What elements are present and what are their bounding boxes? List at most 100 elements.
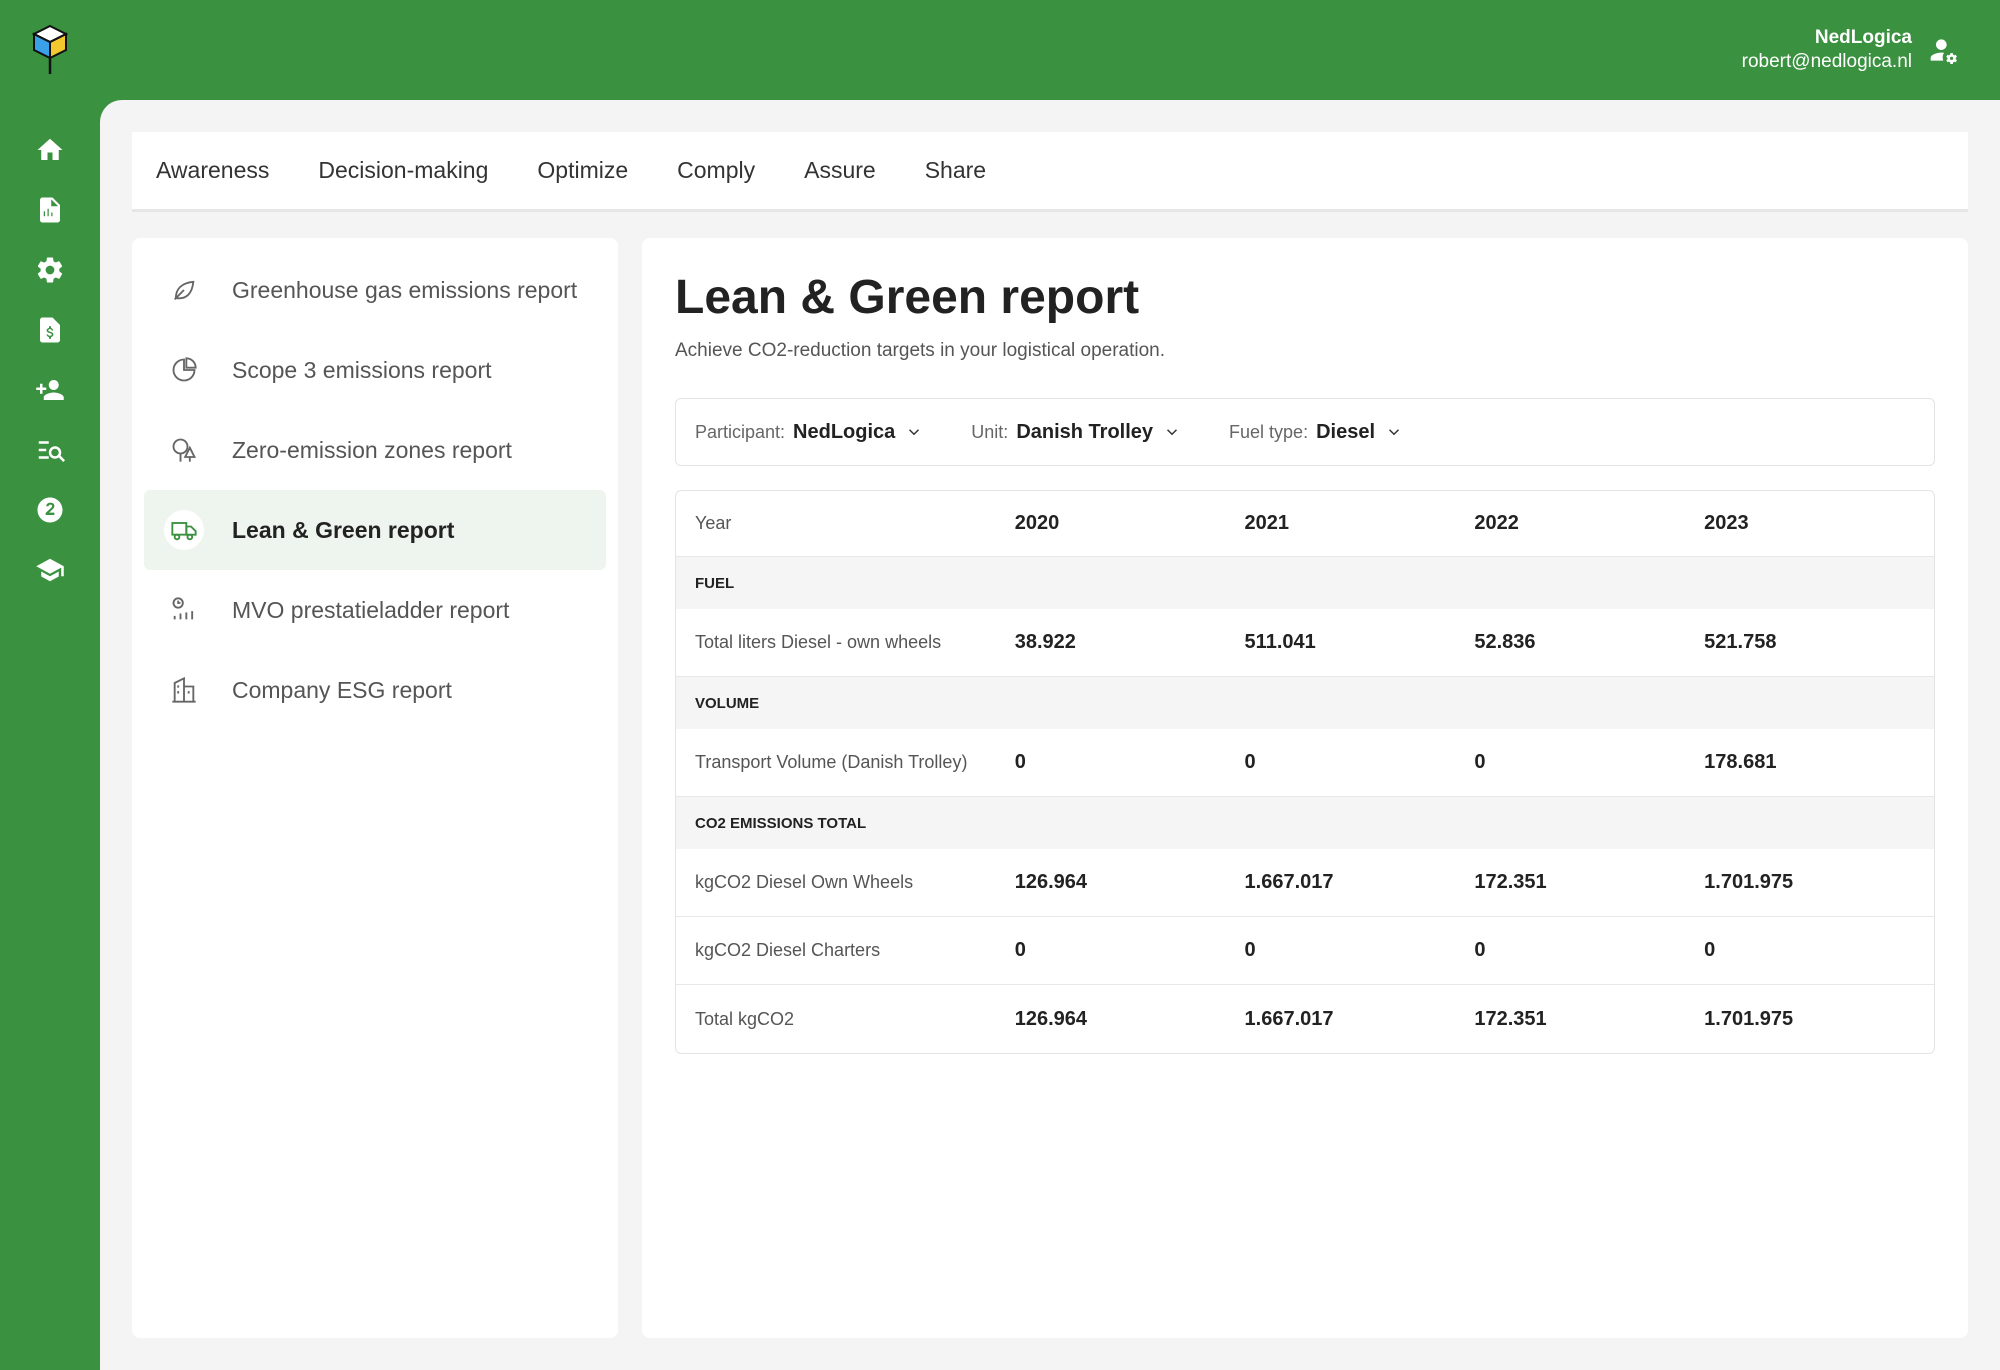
- user-settings-icon[interactable]: [1928, 34, 1960, 66]
- tab-optimize[interactable]: Optimize: [537, 157, 628, 184]
- ladder-chart-icon: [164, 590, 204, 630]
- user-org: NedLogica: [1814, 27, 1912, 48]
- report-item-label: Zero-emission zones report: [232, 436, 512, 463]
- cell-value: 0: [1244, 939, 1256, 961]
- chevron-down-icon: [1167, 429, 1178, 436]
- report-item-scope3[interactable]: Scope 3 emissions report: [144, 330, 606, 410]
- row-label: kgCO2 Diesel Own Wheels: [695, 872, 914, 892]
- user-info: NedLogica robert@nedlogica.nl: [1742, 26, 1912, 74]
- cell-value: 511.041: [1244, 631, 1316, 653]
- row-label: Transport Volume (Danish Trolley): [695, 752, 968, 772]
- cell-value: 178.681: [1704, 751, 1777, 773]
- section-co2-total: CO2 EMISSIONS TOTAL: [676, 797, 1934, 849]
- sidebar-rail: [0, 0, 100, 1370]
- building-icon: [164, 670, 204, 710]
- report-item-zero-emission[interactable]: Zero-emission zones report: [144, 410, 606, 490]
- participant-label: Participant:: [695, 421, 786, 442]
- cell-value: 172.351: [1474, 1007, 1547, 1030]
- cell-value: 1.701.975: [1704, 871, 1794, 893]
- report-item-lean-green[interactable]: Lean & Green report: [144, 490, 606, 570]
- chevron-down-icon: [1388, 429, 1400, 436]
- row-label: kgCO2 Diesel Charters: [695, 940, 881, 960]
- year-header: Year: [695, 513, 732, 533]
- fuel-type-label: Fuel type:: [1229, 421, 1309, 442]
- year-2023: 2023: [1704, 512, 1749, 534]
- unit-value: Danish Trolley: [1016, 420, 1154, 443]
- section-label: FUEL: [695, 574, 735, 592]
- report-item-mvo[interactable]: MVO prestatieladder report: [144, 570, 606, 650]
- tab-share[interactable]: Share: [925, 157, 986, 184]
- home-icon[interactable]: [30, 130, 70, 170]
- row-label: Total liters Diesel - own wheels: [695, 632, 942, 652]
- tab-awareness[interactable]: Awareness: [156, 157, 269, 184]
- report-item-greenhouse[interactable]: Greenhouse gas emissions report: [144, 250, 606, 330]
- cell-value: 0: [1704, 939, 1716, 961]
- cell-value: 0: [1014, 939, 1026, 961]
- cell-value: 1.667.017: [1244, 871, 1334, 893]
- truck-icon: [164, 510, 204, 550]
- report-item-label: Greenhouse gas emissions report: [232, 276, 578, 303]
- cell-value: 52.836: [1474, 631, 1536, 653]
- report-item-label: Scope 3 emissions report: [232, 356, 492, 383]
- cell-value: 172.351: [1474, 871, 1547, 893]
- chevron-down-icon: [909, 429, 920, 436]
- add-user-icon[interactable]: [30, 370, 70, 410]
- top-navigation: Awareness Decision-making Optimize Compl…: [132, 132, 1968, 212]
- leaf-icon: [164, 270, 204, 310]
- unit-select[interactable]: Unit: Danish Trolley: [971, 421, 1181, 444]
- cell-value: 0: [1014, 751, 1026, 773]
- participant-select[interactable]: Participant: NedLogica: [695, 421, 923, 444]
- table-header-row: Year 2020 2021 2022 2023: [676, 491, 1934, 557]
- report-item-label: Company ESG report: [232, 676, 452, 703]
- cell-value: 126.964: [1014, 871, 1088, 893]
- lean-green-table: Year 2020 2021 2022 2023 FUEL Total lite…: [675, 490, 1935, 1054]
- year-2022: 2022: [1474, 512, 1519, 534]
- report-item-esg[interactable]: Company ESG report: [144, 650, 606, 730]
- filter-bar: Participant: NedLogica Unit: Danish Trol…: [675, 398, 1935, 466]
- tab-assure[interactable]: Assure: [804, 157, 876, 184]
- page-title: Lean & Green report: [675, 271, 1140, 324]
- section-label: CO2 EMISSIONS TOTAL: [695, 814, 867, 832]
- trees-icon: [164, 430, 204, 470]
- cell-value: 1.667.017: [1244, 1007, 1334, 1030]
- tab-comply[interactable]: Comply: [677, 157, 755, 184]
- section-volume: VOLUME: [676, 677, 1934, 729]
- app-logo[interactable]: [31, 24, 69, 76]
- table-row: kgCO2 Diesel Own Wheels 126.964 1.667.01…: [676, 849, 1934, 917]
- settings-gear-icon[interactable]: [30, 250, 70, 290]
- currency-icon[interactable]: [30, 490, 70, 530]
- report-icon[interactable]: [30, 190, 70, 230]
- table-row: Transport Volume (Danish Trolley) 0 0 0 …: [676, 729, 1934, 797]
- table-row: Total liters Diesel - own wheels 38.922 …: [676, 609, 1934, 677]
- cell-value: 0: [1474, 939, 1486, 961]
- participant-value: NedLogica: [793, 420, 896, 443]
- section-label: VOLUME: [695, 694, 760, 712]
- user-email: robert@nedlogica.nl: [1741, 51, 1912, 72]
- report-content: Lean & Green report Achieve CO2-reductio…: [642, 238, 1968, 1338]
- report-list: Greenhouse gas emissions report Scope 3 …: [132, 238, 618, 1338]
- cell-value: 38.922: [1014, 631, 1076, 653]
- pie-chart-icon: [164, 350, 204, 390]
- cell-value: 521.758: [1704, 631, 1777, 653]
- fuel-type-select[interactable]: Fuel type: Diesel: [1229, 421, 1403, 444]
- cell-value: 0: [1474, 751, 1486, 773]
- table-row: kgCO2 Diesel Charters 0 0 0 0: [676, 917, 1934, 985]
- report-item-label: MVO prestatieladder report: [232, 596, 510, 623]
- cell-value: 0: [1244, 751, 1256, 773]
- cell-value: 126.964: [1014, 1007, 1088, 1030]
- tab-decision-making[interactable]: Decision-making: [318, 157, 488, 184]
- section-fuel: FUEL: [676, 557, 1934, 609]
- invoice-icon[interactable]: [30, 310, 70, 350]
- row-label: Total kgCO2: [695, 1008, 795, 1029]
- cell-value: 1.701.975: [1704, 1007, 1794, 1030]
- unit-label: Unit:: [971, 421, 1009, 442]
- main-panel: Awareness Decision-making Optimize Compl…: [100, 100, 2000, 1370]
- table-row: Total kgCO2 126.964 1.667.017 172.351 1.…: [676, 985, 1934, 1053]
- year-2020: 2020: [1014, 512, 1060, 534]
- education-icon[interactable]: [30, 550, 70, 590]
- fuel-type-value: Diesel: [1316, 420, 1376, 443]
- search-list-icon[interactable]: [30, 430, 70, 470]
- page-subtitle: Achieve CO2-reduction targets in your lo…: [675, 340, 1166, 361]
- year-2021: 2021: [1244, 512, 1290, 534]
- report-item-label: Lean & Green report: [232, 516, 455, 543]
